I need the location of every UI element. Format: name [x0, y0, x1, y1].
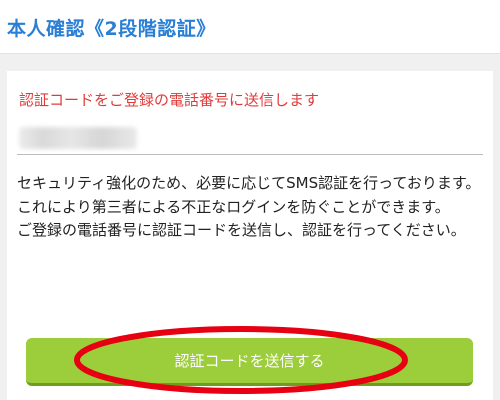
send-code-button-label: 認証コードを送信する — [174, 352, 325, 370]
send-code-notice: 認証コードをご登録の電話番号に送信します — [19, 91, 320, 109]
page: 本人確認《2段階認証》 認証コードをご登録の電話番号に送信します セキュリティ強… — [0, 0, 500, 400]
description-line-2: これにより第三者による不正なログインを防ぐことができます。 — [17, 197, 450, 216]
blurred-phone-number — [19, 127, 137, 149]
header-bar: 本人確認《2段階認証》 — [0, 0, 500, 54]
sms-description: セキュリティ強化のため、必要に応じてSMS認証を行っております。 これにより第三… — [17, 172, 485, 243]
description-line-1: セキュリティ強化のため、必要に応じてSMS認証を行っております。 — [17, 174, 481, 192]
send-code-button[interactable]: 認証コードを送信する — [26, 338, 473, 386]
description-line-3: ご登録の電話番号に認証コードを送信し、認証を行ってください。 — [17, 221, 466, 239]
verification-card: 認証コードをご登録の電話番号に送信します セキュリティ強化のため、必要に応じてS… — [7, 71, 493, 400]
phone-number-field — [17, 121, 483, 155]
page-title: 本人確認《2段階認証》 — [7, 18, 216, 40]
